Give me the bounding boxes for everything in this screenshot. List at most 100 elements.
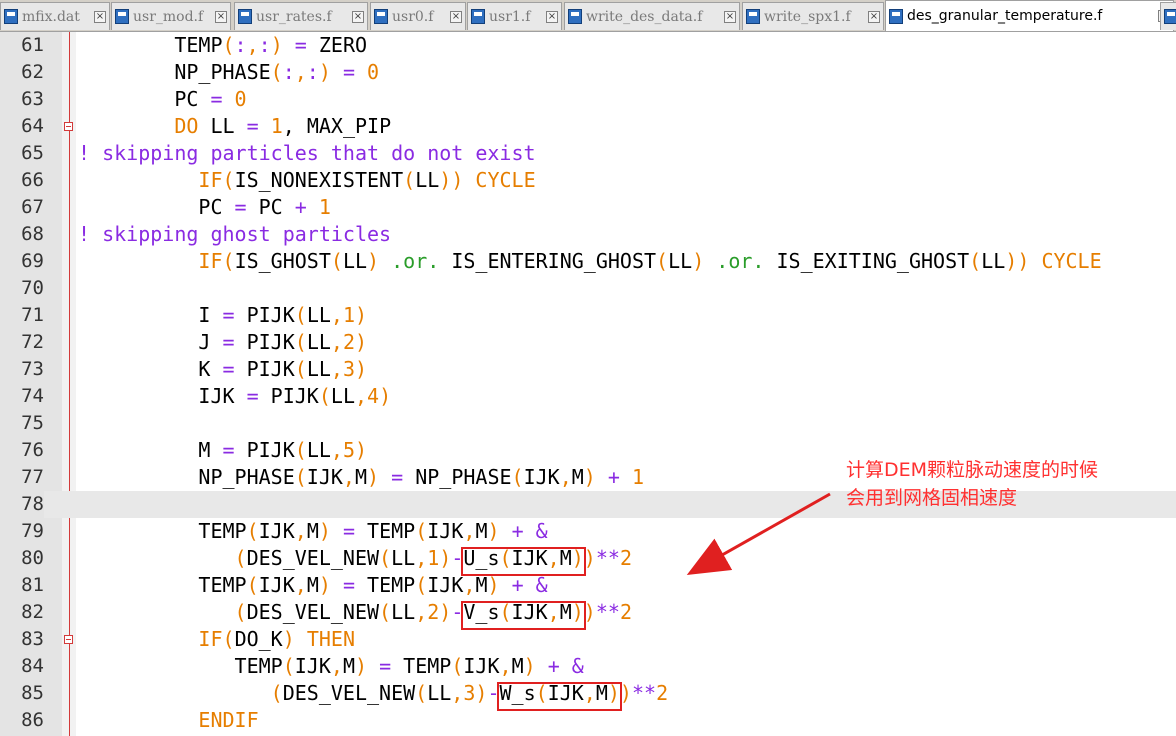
code-token: = <box>234 195 247 219</box>
code-token: LL <box>391 600 416 624</box>
code-line[interactable]: 80 (DES_VEL_NEW(LL,1)-U_s(IJK,M))**2 <box>0 545 1176 572</box>
code-token: ENDIF <box>198 708 259 732</box>
line-number: 79 <box>21 520 44 542</box>
close-icon[interactable]: × <box>352 10 364 23</box>
line-number: 80 <box>21 547 44 569</box>
code-text: DO LL = 1, MAX_PIP <box>78 113 391 140</box>
code-token: + <box>511 519 524 543</box>
tab-4[interactable]: usr1.f × <box>467 2 562 30</box>
code-line[interactable]: 69 IF(IS_GHOST(LL) .or. IS_ENTERING_GHOS… <box>0 248 1176 275</box>
code-line[interactable]: 61 TEMP(:,:) = ZERO <box>0 32 1176 59</box>
code-line[interactable]: 86 ENDIF <box>0 707 1176 734</box>
code-line[interactable]: 64 DO LL = 1, MAX_PIP <box>0 113 1176 140</box>
code-line[interactable]: 84 TEMP(IJK,M) = TEMP(IJK,M) + & <box>0 653 1176 680</box>
code-text: J = PIJK(LL,2) <box>78 329 367 356</box>
close-icon[interactable]: × <box>546 10 558 23</box>
code-token: PC <box>174 87 211 111</box>
line-number: 64 <box>21 115 44 137</box>
highlight-box <box>461 601 586 630</box>
tab-3[interactable]: usr0.f × <box>370 2 466 30</box>
code-token: , <box>294 573 307 597</box>
close-icon[interactable]: × <box>450 10 462 23</box>
code-token: M <box>511 654 524 678</box>
code-token: THEN <box>306 627 355 651</box>
tab-1[interactable]: usr_mod.f × <box>111 2 231 30</box>
annotation-text: 计算DEM颗粒脉动速度的时候 会用到网格固相速度 <box>846 456 1166 512</box>
close-icon[interactable]: × <box>215 10 227 23</box>
code-token: CYCLE <box>475 168 536 192</box>
code-token: 1 <box>342 303 356 327</box>
code-line[interactable]: 63 PC = 0 <box>0 86 1176 113</box>
tab-7[interactable]: des_granular_temperature.f× <box>885 0 1174 31</box>
tab-8[interactable]: m <box>1160 2 1176 30</box>
code-token: 1 <box>270 114 283 138</box>
code-line[interactable]: 79 TEMP(IJK,M) = TEMP(IJK,M) + & <box>0 518 1176 545</box>
tab-0[interactable]: mfix.dat × <box>0 2 110 30</box>
code-line[interactable]: 66 IF(IS_NONEXISTENT(LL)) CYCLE <box>0 167 1176 194</box>
code-token: M <box>198 438 223 462</box>
code-text: PC = PC + 1 <box>78 194 330 221</box>
annotation-line-1: 计算DEM颗粒脉动速度的时候 <box>846 459 1099 481</box>
code-line[interactable]: 62 NP_PHASE(:,:) = 0 <box>0 59 1176 86</box>
code-token: ) <box>354 654 368 678</box>
code-line[interactable]: 83 IF(DO_K) THEN <box>0 626 1176 653</box>
tab-5[interactable]: write_des_data.f × <box>564 2 740 30</box>
code-line[interactable]: 68 ! skipping ghost particles <box>0 221 1176 248</box>
code-token: 1 <box>427 546 440 570</box>
code-token: DES_VEL_NEW <box>282 681 416 705</box>
close-icon[interactable]: × <box>868 10 880 23</box>
code-token: M <box>475 519 488 543</box>
code-line[interactable]: 70 <box>0 275 1176 302</box>
code-line[interactable]: 72 J = PIJK(LL,2) <box>0 329 1176 356</box>
code-token: DES_VEL_NEW <box>246 546 380 570</box>
close-icon[interactable]: × <box>724 10 736 23</box>
code-token: ( <box>294 357 307 381</box>
code-token: ( <box>222 33 235 57</box>
fold-toggle-icon[interactable] <box>64 635 73 644</box>
code-line[interactable]: 71 I = PIJK(LL,1) <box>0 302 1176 329</box>
code-token: M <box>475 573 488 597</box>
code-text: TEMP(:,:) = ZERO <box>78 32 367 59</box>
code-token: PIJK <box>258 384 319 408</box>
code-token: IS_GHOST <box>234 249 331 273</box>
line-number: 76 <box>21 439 44 461</box>
tab-6[interactable]: write_spx1.f × <box>742 2 884 30</box>
code-token: ) <box>355 330 368 354</box>
tab-2[interactable]: usr_rates.f × <box>234 2 368 30</box>
code-line[interactable]: 82 (DES_VEL_NEW(LL,2)-V_s(IJK,M))**2 <box>0 599 1176 626</box>
code-token: , <box>451 681 464 705</box>
line-number: 61 <box>21 34 44 56</box>
code-line[interactable]: 67 PC = PC + 1 <box>0 194 1176 221</box>
code-token: ) <box>270 33 283 57</box>
code-line[interactable]: 75 <box>0 410 1176 437</box>
line-number: 69 <box>21 250 44 272</box>
code-line[interactable]: 81 TEMP(IJK,M) = TEMP(IJK,M) + & <box>0 572 1176 599</box>
tab-label: usr_mod.f <box>133 8 204 25</box>
code-token: IJK <box>463 654 500 678</box>
code-editor[interactable]: 61 TEMP(:,:) = ZERO 62 NP_PHASE(:,:) = 06… <box>0 32 1176 736</box>
code-line[interactable]: 65 ! skipping particles that do not exist <box>0 140 1176 167</box>
close-icon[interactable]: × <box>94 10 106 23</box>
line-number: 73 <box>21 358 44 380</box>
code-token: DO_K <box>234 627 283 651</box>
code-token: IS_NONEXISTENT <box>234 168 404 192</box>
code-text: K = PIJK(LL,3) <box>78 356 367 383</box>
code-token: 2 <box>427 600 440 624</box>
fold-toggle-icon[interactable] <box>64 122 73 131</box>
code-line[interactable]: 73 K = PIJK(LL,3) <box>0 356 1176 383</box>
code-text: PC = 0 <box>78 86 246 113</box>
code-text: ! skipping ghost particles <box>78 221 391 248</box>
code-token: ( <box>330 249 343 273</box>
code-token: : <box>234 33 247 57</box>
code-token: ) <box>379 384 392 408</box>
code-token: LL <box>330 384 355 408</box>
code-line[interactable]: 74 IJK = PIJK(LL,4) <box>0 383 1176 410</box>
